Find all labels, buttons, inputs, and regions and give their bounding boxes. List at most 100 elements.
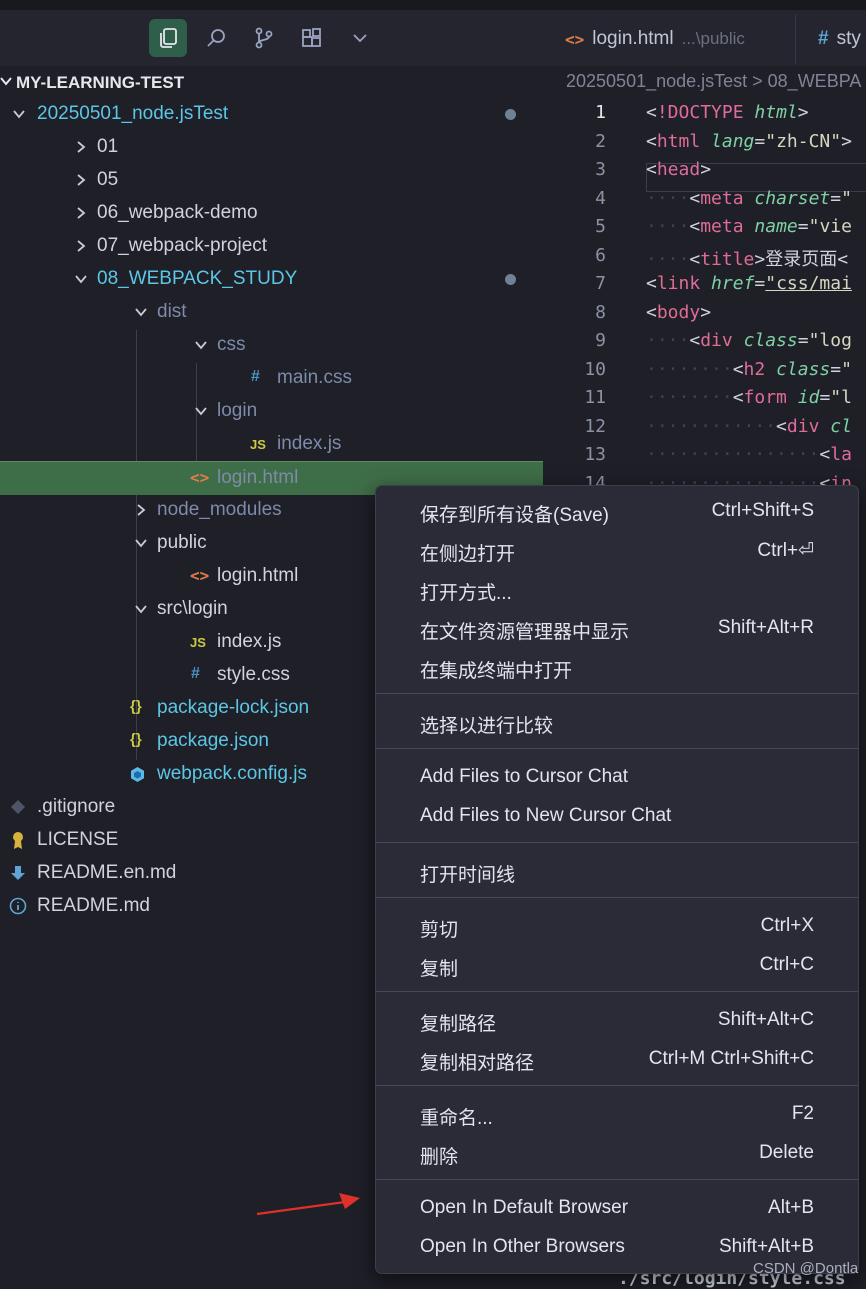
tree-file-index-js[interactable]: JS index.js xyxy=(0,428,543,461)
tree-folder-08-webpack-study[interactable]: 08_WEBPACK_STUDY xyxy=(0,263,543,296)
menu-item-select-for-compare[interactable]: 选择以进行比较 xyxy=(376,703,858,742)
tree-folder-07-webpack-project[interactable]: 07_webpack-project xyxy=(0,230,543,263)
line-number: 9 xyxy=(595,330,606,351)
menu-item-add-files-to-cursor-chat[interactable]: Add Files to Cursor Chat xyxy=(376,758,858,797)
tree-label: 01 xyxy=(97,136,119,157)
menu-item-open-with[interactable]: 打开方式... xyxy=(376,570,858,609)
context-menu: 保存到所有设备(Save) Ctrl+Shift+S 在侧边打开 Ctrl+⏎ … xyxy=(375,485,859,1274)
menu-separator xyxy=(376,897,858,898)
tree-label: login.html xyxy=(217,467,299,488)
menu-item-copy-relative-path[interactable]: 复制相对路径 Ctrl+M Ctrl+Shift+C xyxy=(376,1040,858,1079)
extensions-button[interactable] xyxy=(293,19,331,57)
line-number: 1 xyxy=(595,102,606,123)
explorer-icon xyxy=(160,28,177,48)
chevron-down-icon xyxy=(0,77,12,86)
menu-label: Add Files to Cursor Chat xyxy=(420,766,629,787)
menu-item-copy-path[interactable]: 复制路径 Shift+Alt+C xyxy=(376,1001,858,1040)
json-file-icon: {} xyxy=(130,698,142,715)
search-icon xyxy=(207,29,225,47)
html-file-icon: <> xyxy=(190,566,210,585)
menu-item-open-timeline[interactable]: 打开时间线 xyxy=(376,852,858,891)
menu-label: 选择以进行比较 xyxy=(420,716,554,737)
breadcrumb[interactable]: 20250501_node.jsTest > 08_WEBPA xyxy=(566,71,861,92)
menu-separator xyxy=(376,693,858,694)
menu-item-open-in-default-browser[interactable]: Open In Default Browser Alt+B xyxy=(376,1189,858,1228)
tree-folder-01[interactable]: 01 xyxy=(0,131,543,164)
menu-label: 复制相对路径 xyxy=(420,1053,535,1074)
menu-shortcut: Delete xyxy=(759,1142,814,1163)
chevron-down-icon xyxy=(135,308,147,317)
menu-shortcut: Shift+Alt+C xyxy=(717,1009,814,1030)
menu-item-add-files-to-new-cursor-chat[interactable]: Add Files to New Cursor Chat xyxy=(376,797,858,836)
menu-label: 在文件资源管理器中显示 xyxy=(420,622,630,643)
explorer-header[interactable]: MY-LEARNING-TEST xyxy=(0,66,543,98)
code-line-10: ········<h2 class=" xyxy=(646,359,852,380)
menu-label: Open In Other Browsers xyxy=(420,1236,625,1257)
line-number: 5 xyxy=(595,216,606,237)
menu-shortcut: Ctrl+X xyxy=(760,915,814,936)
menu-item-open-to-side[interactable]: 在侧边打开 Ctrl+⏎ xyxy=(376,531,858,570)
tree-label: README.en.md xyxy=(37,862,177,883)
menu-label: 复制路径 xyxy=(420,1014,497,1035)
menu-separator xyxy=(376,991,858,992)
code-line-2: <html lang="zh-CN"> xyxy=(646,131,852,152)
modified-dot xyxy=(505,274,516,285)
search-button[interactable] xyxy=(197,19,235,57)
more-views-button[interactable] xyxy=(341,19,379,57)
tree-folder-login[interactable]: login xyxy=(0,395,543,428)
css-file-icon: # xyxy=(191,665,200,682)
menu-item-rename[interactable]: 重命名... F2 xyxy=(376,1095,858,1134)
tree-folder-css[interactable]: css xyxy=(0,329,543,362)
info-icon xyxy=(9,897,27,915)
chevron-down-icon xyxy=(195,341,207,350)
menu-label: Add Files to New Cursor Chat xyxy=(420,805,672,826)
menu-label: Open In Default Browser xyxy=(420,1197,629,1218)
git-icon xyxy=(11,800,25,814)
chevron-down-icon xyxy=(135,539,147,548)
explorer-button[interactable] xyxy=(149,19,187,57)
extensions-icon xyxy=(302,28,321,47)
modified-dot xyxy=(505,109,516,120)
tree-folder-06-webpack-demo[interactable]: 06_webpack-demo xyxy=(0,197,543,230)
menu-label: 在侧边打开 xyxy=(420,544,516,565)
css-file-icon: # xyxy=(251,368,260,385)
line-number: 4 xyxy=(595,188,606,209)
tab-path: ...\public xyxy=(681,29,745,48)
menu-item-delete[interactable]: 删除 Delete xyxy=(376,1134,858,1173)
tab-label: sty xyxy=(836,28,861,49)
json-file-icon: {} xyxy=(130,731,142,748)
line-number: 11 xyxy=(584,387,606,408)
source-control-icon xyxy=(255,27,273,49)
tab-login-html[interactable]: <> login.html ...\public xyxy=(565,26,745,52)
tab-style-css[interactable]: # sty xyxy=(818,26,861,52)
menu-item-reveal-in-explorer[interactable]: 在文件资源管理器中显示 Shift+Alt+R xyxy=(376,609,858,648)
tree-label: webpack.config.js xyxy=(157,763,307,784)
menu-item-open-in-terminal[interactable]: 在集成终端中打开 xyxy=(376,648,858,687)
menu-item-copy[interactable]: 复制 Ctrl+C xyxy=(376,946,858,985)
chevron-down-icon xyxy=(75,275,87,284)
code-line-9: ····<div class="log xyxy=(646,330,852,351)
tree-folder-20250501-node-jstest[interactable]: 20250501_node.jsTest xyxy=(0,98,543,131)
html-file-icon: <> xyxy=(190,468,210,487)
tree-folder-dist[interactable]: dist xyxy=(0,296,543,329)
html-file-icon: <> xyxy=(565,29,585,49)
tree-label: package-lock.json xyxy=(157,697,310,718)
menu-item-save[interactable]: 保存到所有设备(Save) Ctrl+Shift+S xyxy=(376,492,858,531)
menu-item-cut[interactable]: 剪切 Ctrl+X xyxy=(376,907,858,946)
tree-folder-05[interactable]: 05 xyxy=(0,164,543,197)
menu-separator xyxy=(376,1085,858,1086)
line-number: 10 xyxy=(584,359,606,380)
tree-label: login xyxy=(217,400,258,421)
chevron-right-icon xyxy=(77,174,86,186)
code-line-3: <head> xyxy=(646,159,712,180)
menu-shortcut: Shift+Alt+B xyxy=(718,1236,814,1257)
code-line-6: ····<title>登录页面< xyxy=(646,249,849,270)
chevron-right-icon xyxy=(77,240,86,252)
line-number: 13 xyxy=(584,444,606,465)
chevron-down-icon xyxy=(195,407,207,416)
tree-label: LICENSE xyxy=(37,829,119,850)
tree-label: main.css xyxy=(277,367,352,388)
tree-label: public xyxy=(157,532,207,553)
tree-file-main-css[interactable]: # main.css xyxy=(0,362,543,395)
source-control-button[interactable] xyxy=(245,19,283,57)
